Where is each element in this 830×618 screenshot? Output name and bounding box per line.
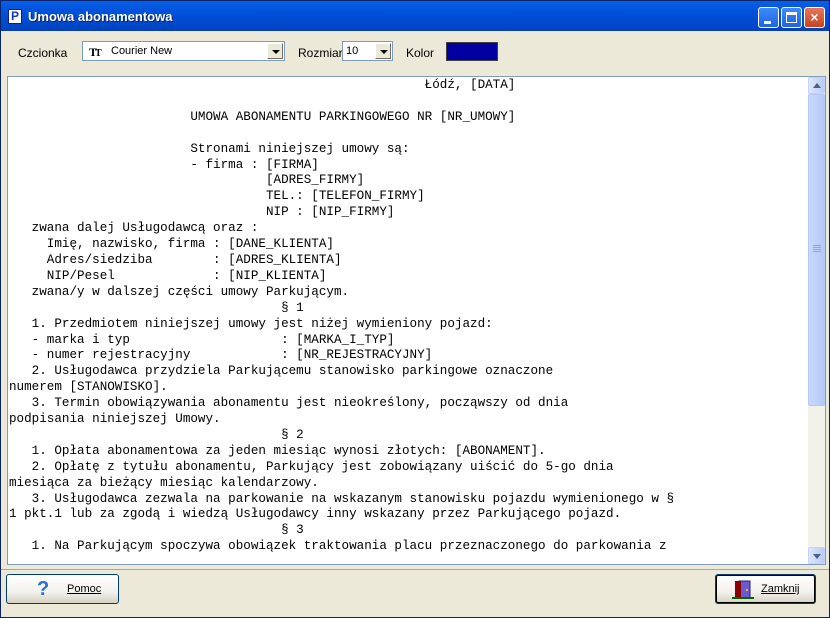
size-select[interactable]: 10	[342, 41, 393, 61]
document-text-area[interactable]: Łódź, [DATA] UMOWA ABONAMENTU PARKINGOWE…	[9, 78, 808, 564]
minimize-button[interactable]	[758, 7, 779, 28]
thumb-grip	[813, 247, 821, 248]
document-line[interactable]: 1. Opłata abonamentowa za jeden miesiąc …	[9, 444, 546, 458]
maximize-button[interactable]	[781, 7, 802, 28]
main-window: P Umowa abonamentowa × Czcionka TT Couri…	[0, 0, 830, 618]
size-label: Rozmiar	[298, 46, 343, 60]
document-line[interactable]: numerem [STANOWISKO].	[9, 380, 168, 394]
thumb-grip	[813, 249, 821, 250]
close-dialog-button-label: Zamknij	[761, 583, 800, 595]
chevron-down-icon[interactable]	[267, 43, 283, 59]
document-line[interactable]: Łódź, [DATA]	[9, 78, 516, 92]
document-line[interactable]: - numer rejestracyjny : [NR_REJESTRACYJN…	[9, 348, 433, 362]
document-line[interactable]: 1. Na Parkującym spoczywa obowiązek trak…	[9, 539, 667, 553]
document-line[interactable]: § 2	[9, 428, 304, 442]
footer-divider	[1, 569, 829, 570]
format-toolbar: Czcionka TT Courier New Rozmiar 10 Kolor	[1, 35, 829, 67]
font-select-value: Courier New	[111, 45, 173, 57]
app-icon[interactable]: P	[8, 9, 22, 24]
help-button-label: Pomoc	[67, 583, 102, 595]
color-label: Kolor	[406, 46, 435, 60]
close-icon: ×	[810, 9, 819, 25]
document-line[interactable]: [ADRES_FIRMY]	[9, 173, 364, 187]
document-line[interactable]: - firma : [FIRMA]	[9, 158, 318, 172]
document-line[interactable]: 3. Usługodawca zezwala na parkowanie na …	[9, 492, 674, 506]
document-line[interactable]: § 3	[9, 523, 304, 537]
close-button[interactable]: ×	[804, 7, 825, 28]
document-line[interactable]: Adres/siedziba : [ADRES_KLIENTA]	[9, 253, 342, 267]
document-line[interactable]: TEL.: [TELEFON_FIRMY]	[9, 189, 425, 203]
size-select-value: 10	[346, 45, 359, 57]
document-line[interactable]: zwana/y w dalszej części umowy Parkujący…	[9, 285, 349, 299]
chevron-down-icon[interactable]	[375, 43, 391, 59]
document-line[interactable]: Stronami niniejszej umowy są:	[9, 142, 409, 156]
maximize-icon	[786, 12, 797, 23]
help-button[interactable]: ? Pomoc	[6, 574, 119, 604]
thumb-grip	[813, 245, 821, 246]
document-line[interactable]: 1. Przedmiotem niniejszej umowy jest niż…	[9, 317, 493, 331]
font-label: Czcionka	[18, 46, 68, 60]
exit-door-icon	[732, 580, 754, 599]
document-line[interactable]: 2. Opłatę z tytułu abonamentu, Parkujący…	[9, 460, 614, 474]
thumb-grip	[813, 251, 821, 252]
document-line[interactable]: - marka i typ : [MARKA_I_TYP]	[9, 333, 395, 347]
truetype-font-icon: TT	[89, 45, 102, 59]
minimize-icon	[764, 21, 771, 24]
scrollbar-thumb[interactable]	[808, 94, 825, 406]
document-line[interactable]: miesiąca za bieżący miesiąc kalendarzowy…	[9, 476, 319, 490]
document-line[interactable]: zwana dalej Usługodawcą oraz :	[9, 221, 259, 235]
font-select[interactable]: TT Courier New	[82, 41, 285, 61]
question-mark-icon: ?	[37, 578, 50, 600]
document-line[interactable]: 3. Termin obowiązywania abonamentu jest …	[9, 396, 569, 410]
document-line[interactable]: 2. Usługodawca przydziela Parkującemu st…	[9, 364, 553, 378]
document-line[interactable]: Imię, nazwisko, firma : [DANE_KLIENTA]	[9, 237, 334, 251]
vertical-scrollbar[interactable]	[808, 77, 825, 564]
close-dialog-button[interactable]: Zamknij	[715, 574, 816, 604]
document-line[interactable]: podpisania niniejszej Umowy.	[9, 412, 221, 426]
document-editor[interactable]: Łódź, [DATA] UMOWA ABONAMENTU PARKINGOWE…	[7, 76, 826, 565]
document-line[interactable]: 1 pkt.1 lub za zgodą i wiedzą Usługodawc…	[9, 507, 621, 521]
window-title: Umowa abonamentowa	[28, 9, 173, 24]
document-body[interactable]: Łódź, [DATA] UMOWA ABONAMENTU PARKINGOWE…	[9, 78, 808, 555]
document-line[interactable]: UMOWA ABONAMENTU PARKINGOWEGO NR [NR_UMO…	[9, 110, 515, 124]
color-picker-button[interactable]	[446, 42, 498, 61]
document-line[interactable]: § 1	[9, 301, 304, 315]
scroll-up-arrow-icon[interactable]	[808, 77, 825, 94]
document-line[interactable]: NIP/Pesel : [NIP_KLIENTA]	[9, 269, 327, 283]
scroll-down-arrow-icon[interactable]	[808, 547, 825, 564]
title-bar[interactable]: P Umowa abonamentowa ×	[1, 1, 829, 31]
document-line[interactable]: NIP : [NIP_FIRMY]	[9, 205, 394, 219]
